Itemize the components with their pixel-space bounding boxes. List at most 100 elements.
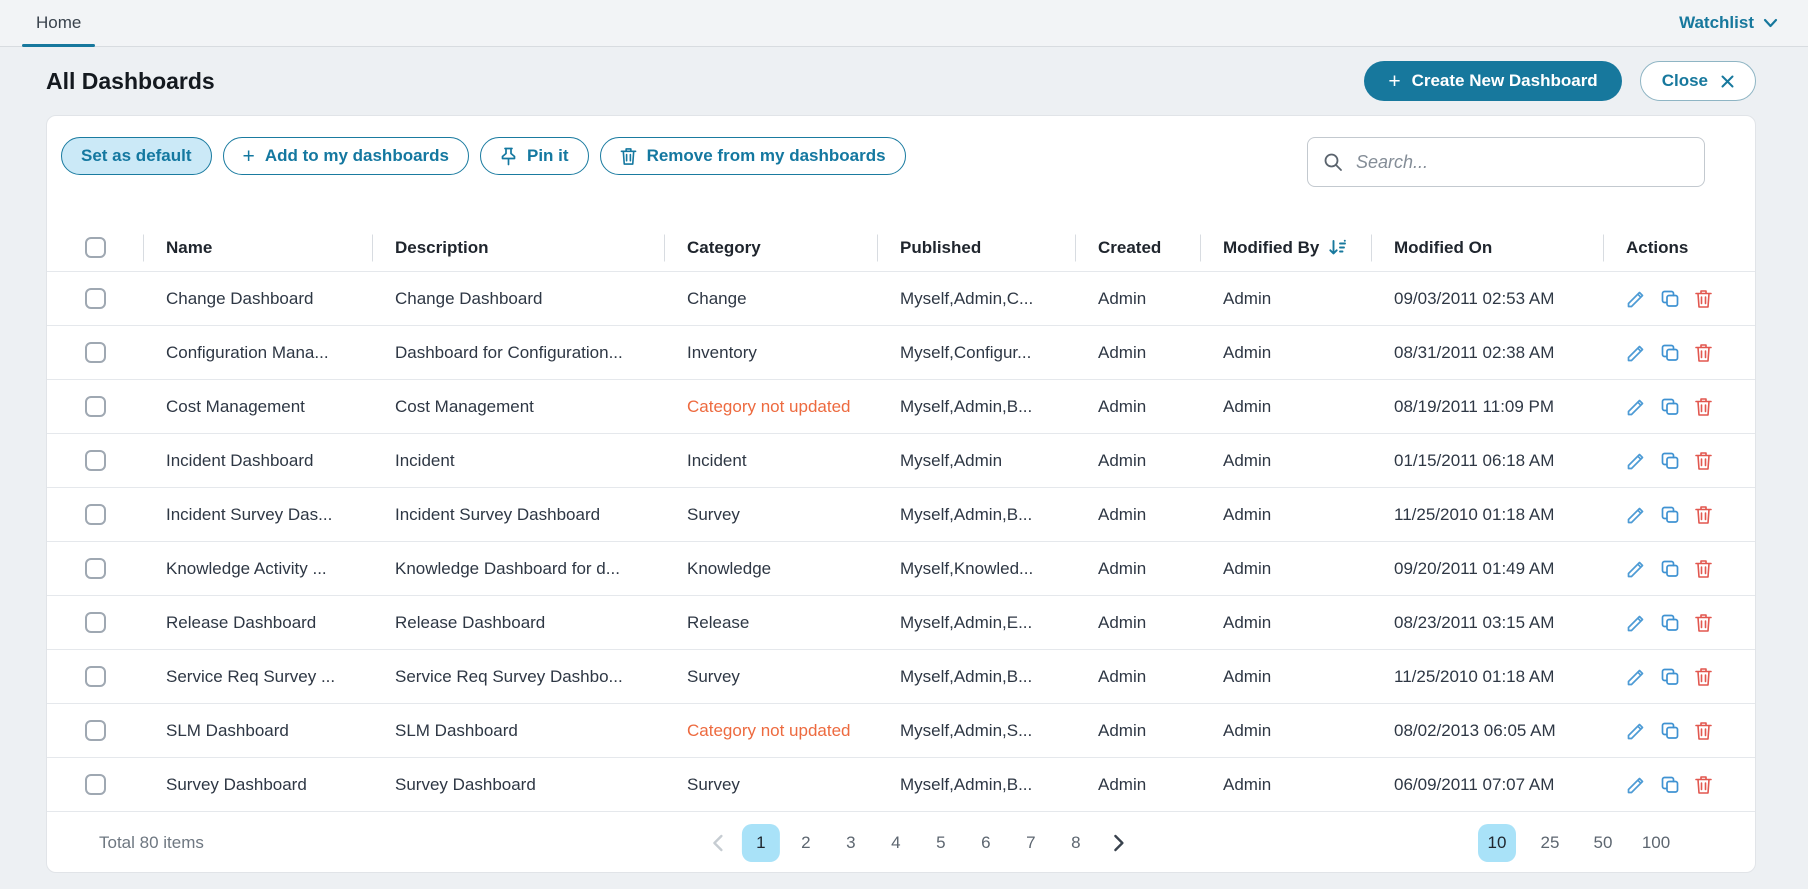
cell-modified-on: 01/15/2011 06:18 AM (1371, 451, 1603, 471)
delete-button[interactable] (1694, 613, 1713, 633)
search-box (1307, 137, 1705, 187)
copy-button[interactable] (1660, 397, 1680, 417)
tab-home[interactable]: Home (22, 0, 95, 46)
cell-modified-on: 06/09/2011 07:07 AM (1371, 775, 1603, 795)
toolbar: Set as default + Add to my dashboards Pi… (47, 116, 1755, 224)
page-size-button[interactable]: 100 (1637, 824, 1675, 862)
table-row: Change DashboardChange DashboardChangeMy… (47, 272, 1755, 326)
edit-button[interactable] (1626, 559, 1646, 579)
add-to-my-dashboards-button[interactable]: + Add to my dashboards (223, 137, 469, 175)
cell-published: Myself,Configur... (877, 343, 1075, 363)
edit-button[interactable] (1626, 721, 1646, 741)
delete-button[interactable] (1694, 451, 1713, 471)
page-button[interactable]: 2 (787, 824, 825, 862)
page-button[interactable]: 6 (967, 824, 1005, 862)
cell-category: Inventory (664, 343, 877, 363)
row-checkbox[interactable] (85, 558, 106, 579)
create-new-dashboard-button[interactable]: + Create New Dashboard (1364, 61, 1621, 101)
row-checkbox[interactable] (85, 666, 106, 687)
pin-it-button[interactable]: Pin it (480, 137, 589, 175)
cell-published: Myself,Admin,E... (877, 613, 1075, 633)
close-button[interactable]: Close (1640, 61, 1756, 101)
column-header-created[interactable]: Created (1075, 238, 1200, 258)
row-checkbox[interactable] (85, 774, 106, 795)
edit-button[interactable] (1626, 505, 1646, 525)
delete-button[interactable] (1694, 343, 1713, 363)
edit-button[interactable] (1626, 775, 1646, 795)
copy-button[interactable] (1660, 721, 1680, 741)
cell-category: Change (664, 289, 877, 309)
cell-created: Admin (1075, 397, 1200, 417)
delete-button[interactable] (1694, 559, 1713, 579)
row-checkbox[interactable] (85, 288, 106, 309)
table-row: Cost ManagementCost ManagementCategory n… (47, 380, 1755, 434)
page-button[interactable]: 8 (1057, 824, 1095, 862)
page-button[interactable]: 3 (832, 824, 870, 862)
cell-name: Survey Dashboard (143, 775, 372, 795)
cell-modified-by: Admin (1200, 775, 1371, 795)
edit-button[interactable] (1626, 397, 1646, 417)
row-checkbox[interactable] (85, 450, 106, 471)
next-page-button[interactable] (1102, 824, 1136, 862)
table-row: Configuration Mana...Dashboard for Confi… (47, 326, 1755, 380)
column-header-modified-by[interactable]: Modified By (1200, 238, 1371, 258)
column-header-actions: Actions (1603, 238, 1755, 258)
cell-modified-by: Admin (1200, 397, 1371, 417)
cell-modified-by: Admin (1200, 559, 1371, 579)
edit-button[interactable] (1626, 289, 1646, 309)
copy-button[interactable] (1660, 505, 1680, 525)
cell-modified-by: Admin (1200, 505, 1371, 525)
previous-page-button[interactable] (701, 824, 735, 862)
edit-button[interactable] (1626, 667, 1646, 687)
delete-button[interactable] (1694, 667, 1713, 687)
topbar: Home Watchlist (0, 0, 1808, 47)
page-size-button[interactable]: 25 (1531, 824, 1569, 862)
cell-name: SLM Dashboard (143, 721, 372, 741)
row-checkbox[interactable] (85, 612, 106, 633)
copy-button[interactable] (1660, 559, 1680, 579)
page-button[interactable]: 5 (922, 824, 960, 862)
page-button[interactable]: 7 (1012, 824, 1050, 862)
copy-button[interactable] (1660, 667, 1680, 687)
search-input[interactable] (1354, 151, 1689, 174)
edit-button[interactable] (1626, 451, 1646, 471)
column-header-name[interactable]: Name (143, 238, 372, 258)
page-header: All Dashboards + Create New Dashboard Cl… (0, 47, 1808, 115)
table-header-row: Name Description Category Published Crea… (47, 224, 1755, 272)
edit-button[interactable] (1626, 343, 1646, 363)
cell-modified-by: Admin (1200, 667, 1371, 687)
copy-button[interactable] (1660, 343, 1680, 363)
cell-published: Myself,Admin,B... (877, 505, 1075, 525)
column-header-category[interactable]: Category (664, 238, 877, 258)
delete-button[interactable] (1694, 775, 1713, 795)
delete-button[interactable] (1694, 289, 1713, 309)
column-header-published[interactable]: Published (877, 238, 1075, 258)
table-row: Incident Survey Das...Incident Survey Da… (47, 488, 1755, 542)
delete-button[interactable] (1694, 397, 1713, 417)
sort-descending-icon[interactable] (1328, 239, 1346, 256)
delete-button[interactable] (1694, 721, 1713, 741)
cell-category: Survey (664, 667, 877, 687)
row-checkbox[interactable] (85, 504, 106, 525)
copy-button[interactable] (1660, 613, 1680, 633)
watchlist-dropdown[interactable]: Watchlist (1679, 13, 1778, 33)
edit-button[interactable] (1626, 613, 1646, 633)
delete-button[interactable] (1694, 505, 1713, 525)
page-size-button[interactable]: 10 (1478, 824, 1516, 862)
row-checkbox[interactable] (85, 396, 106, 417)
remove-from-my-dashboards-button[interactable]: Remove from my dashboards (600, 137, 906, 175)
copy-button[interactable] (1660, 775, 1680, 795)
page-size-button[interactable]: 50 (1584, 824, 1622, 862)
cell-modified-on: 08/23/2011 03:15 AM (1371, 613, 1603, 633)
column-header-description[interactable]: Description (372, 238, 664, 258)
copy-button[interactable] (1660, 451, 1680, 471)
page-button[interactable]: 4 (877, 824, 915, 862)
row-checkbox[interactable] (85, 720, 106, 741)
set-as-default-button[interactable]: Set as default (61, 137, 212, 175)
select-all-checkbox[interactable] (85, 237, 106, 258)
column-header-modified-on[interactable]: Modified On (1371, 238, 1603, 258)
plus-icon: + (243, 146, 255, 167)
row-checkbox[interactable] (85, 342, 106, 363)
copy-button[interactable] (1660, 289, 1680, 309)
page-button[interactable]: 1 (742, 824, 780, 862)
